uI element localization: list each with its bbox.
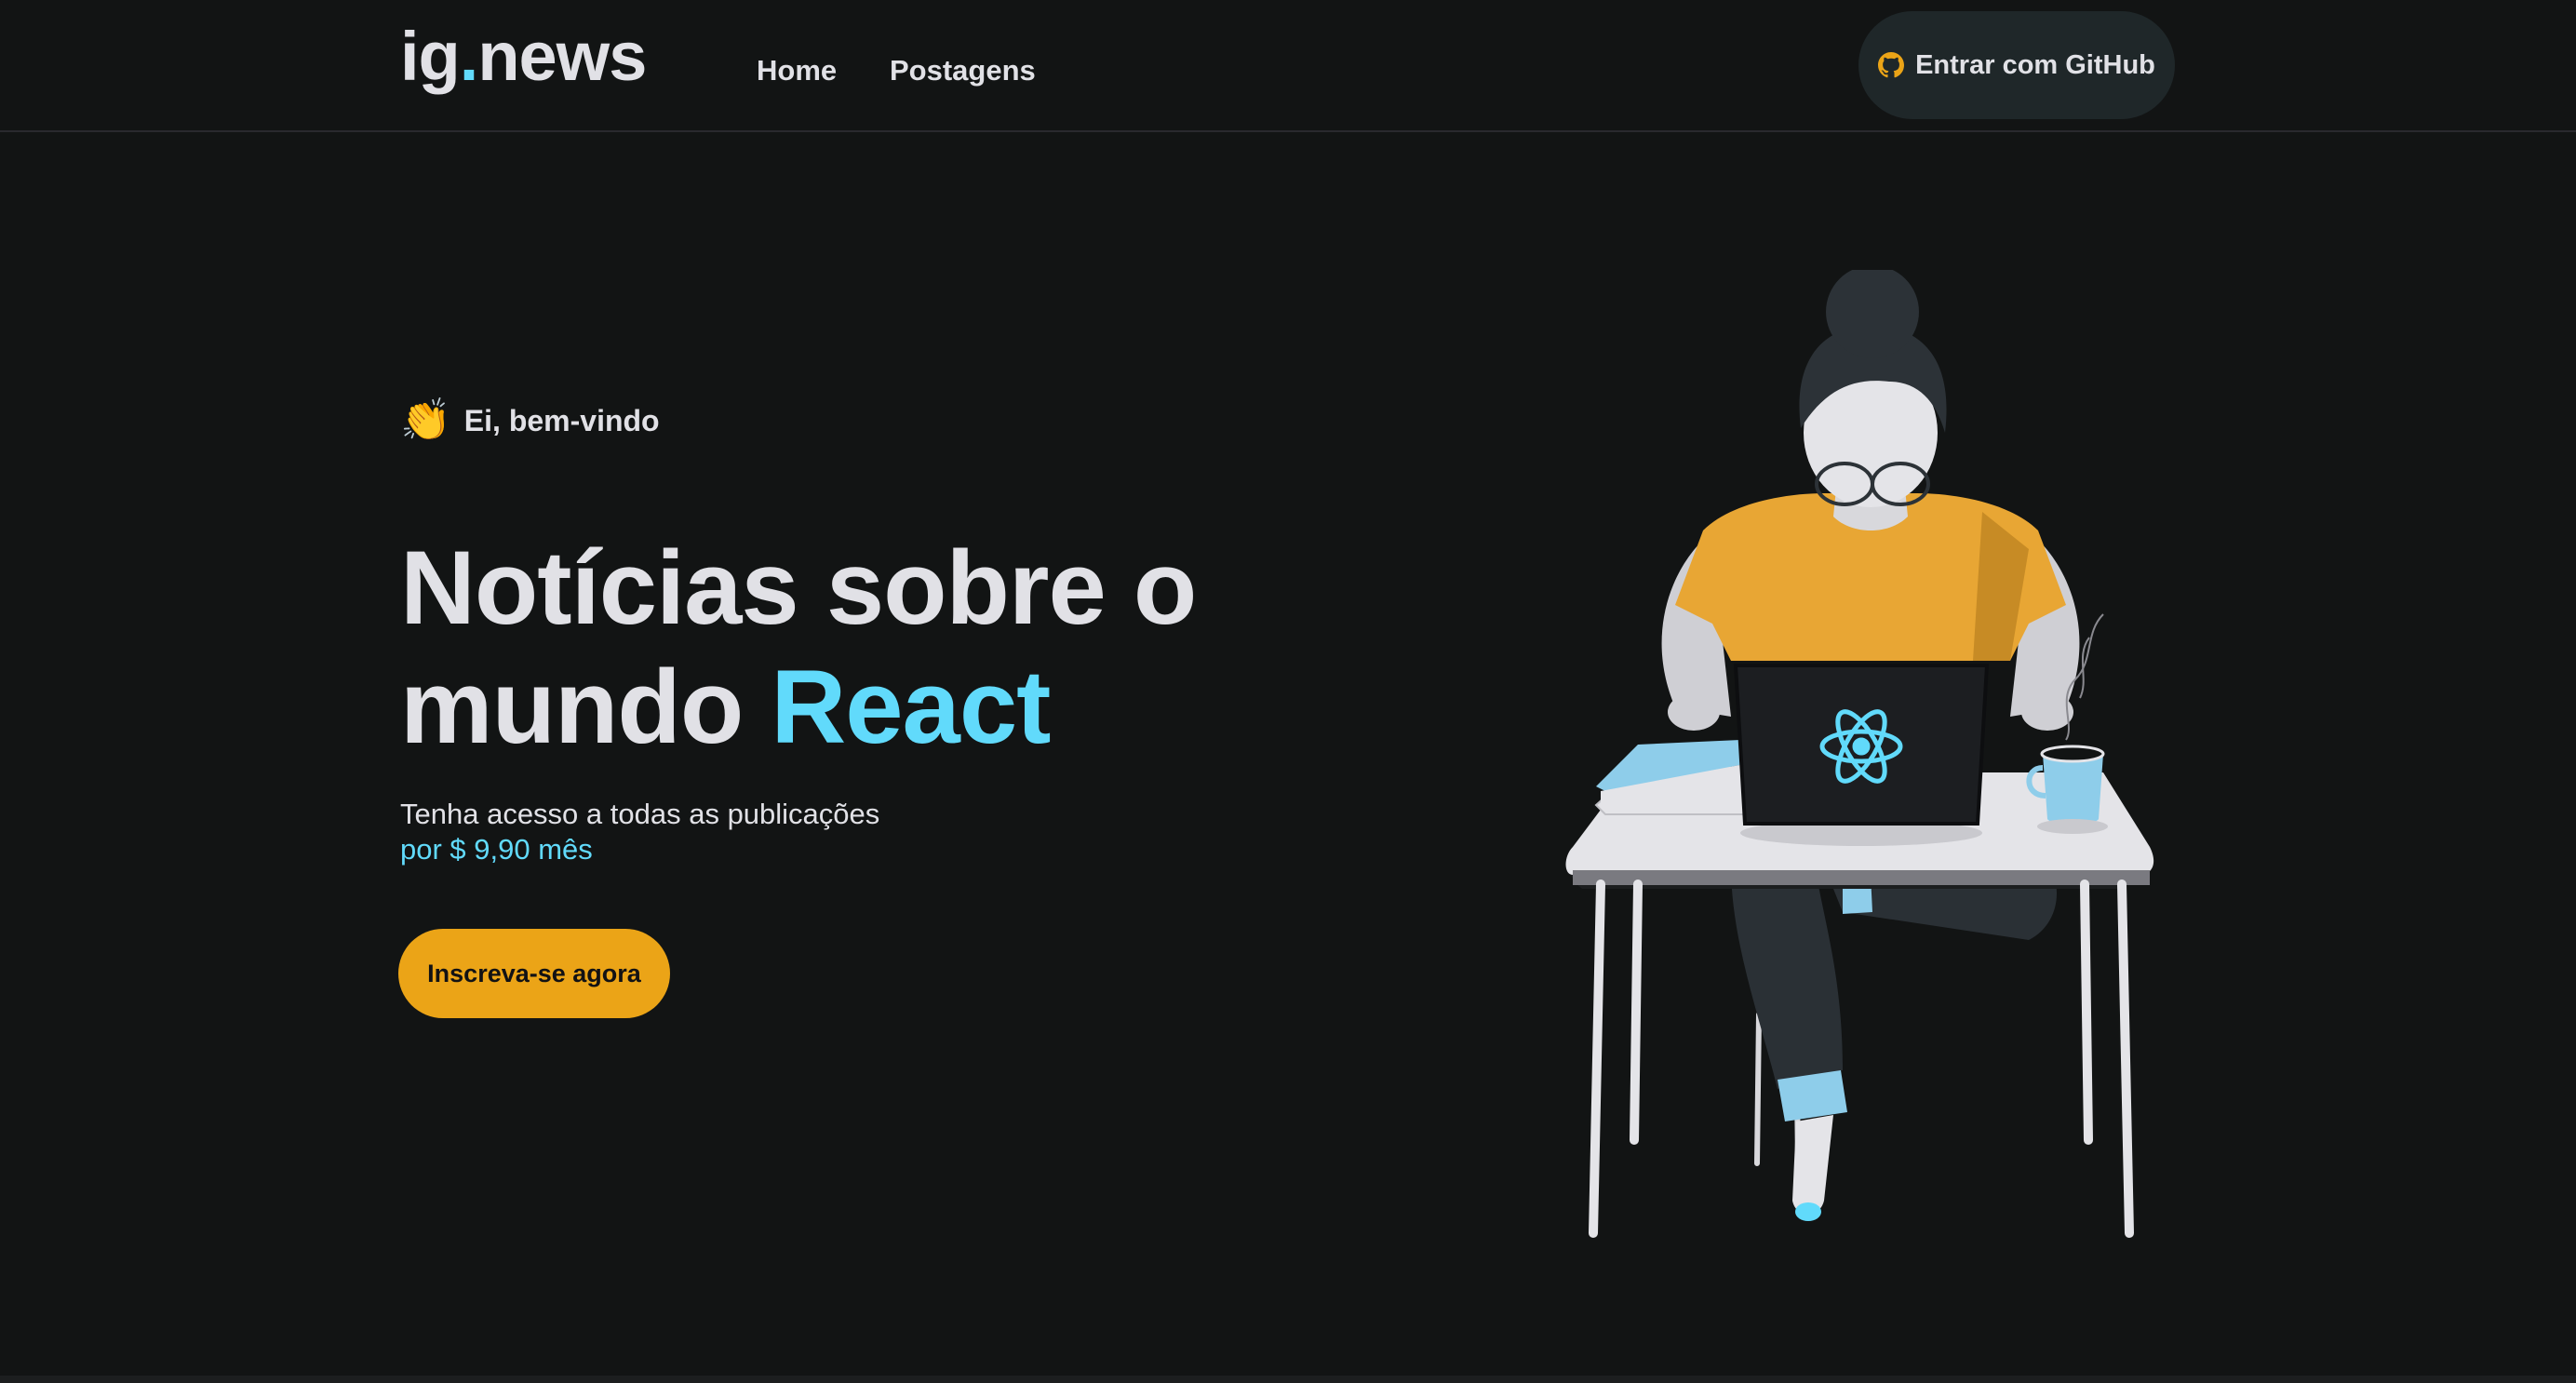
logo-tail: news: [477, 18, 647, 95]
logo[interactable]: ig.news: [400, 17, 647, 96]
github-icon: [1878, 52, 1905, 78]
logo-dot: .: [459, 18, 479, 95]
nav-home-link[interactable]: Home: [757, 54, 837, 87]
subscribe-button[interactable]: Inscreva-se agora: [398, 929, 670, 1018]
signin-label: Entrar com GitHub: [1915, 49, 2155, 80]
nav-posts-link[interactable]: Postagens: [890, 54, 1036, 87]
hero-subtitle: Tenha acesso a todas as publicações por …: [400, 797, 879, 867]
top-header: ig.news Home Postagens Entrar com GitHub: [0, 0, 2576, 132]
subtitle-text: Tenha acesso a todas as publicações: [400, 798, 880, 830]
clapping-hands-icon: 👏: [400, 397, 451, 443]
price-text: por $ 9,90 mês: [400, 833, 593, 866]
bottom-edge: [0, 1376, 2576, 1383]
page: ig.news Home Postagens Entrar com GitHub…: [0, 0, 2576, 1383]
signin-github-button[interactable]: Entrar com GitHub: [1858, 11, 2175, 119]
girl-coding-illustration: [1565, 270, 2154, 1238]
headline-accent: React: [771, 649, 1051, 765]
hero-headline: Notícias sobre o mundo React: [400, 529, 1238, 767]
welcome-line: 👏 Ei, bem-vindo: [400, 400, 660, 441]
welcome-text: Ei, bem-vindo: [463, 403, 660, 437]
logo-main: ig: [400, 18, 461, 95]
